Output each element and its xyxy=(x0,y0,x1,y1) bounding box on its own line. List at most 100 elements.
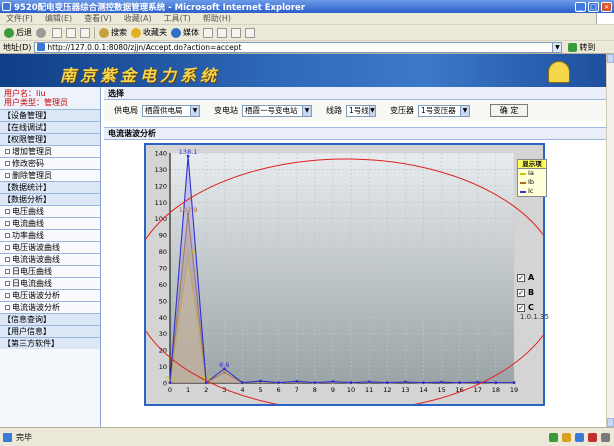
station-label: 变电站 xyxy=(214,106,238,115)
sidebar-item[interactable]: 电流谐波分析 xyxy=(0,301,100,313)
sidebar-item[interactable]: 【数据分析】 xyxy=(0,193,100,205)
x-tick-label: 4 xyxy=(240,386,244,394)
menu-file[interactable]: 文件(F) xyxy=(0,13,39,24)
sidebar-item[interactable]: 【第三方软件】 xyxy=(0,337,100,349)
legend-item-ic: Ic xyxy=(518,187,546,196)
chevron-down-icon: ▼ xyxy=(460,105,469,116)
windows-logo-icon xyxy=(596,13,614,24)
sidebar-item[interactable]: 日电压曲线 xyxy=(0,265,100,277)
data-point xyxy=(367,380,371,384)
legend-label: Ia xyxy=(528,169,534,177)
sidebar-item[interactable]: 【权限管理】 xyxy=(0,133,100,145)
sidebar-item[interactable]: 删除管理员 xyxy=(0,169,100,181)
window-titlebar: 9520配电变压器综合测控数据管理系统 - Microsoft Internet… xyxy=(0,0,614,13)
supply-label: 供电局 xyxy=(114,106,138,115)
station-select[interactable]: 栖霞一号变电站 ▼ xyxy=(242,104,312,117)
y-tick-label: 10 xyxy=(159,363,167,371)
data-point xyxy=(241,381,244,385)
vertical-scrollbar[interactable] xyxy=(606,54,614,427)
data-point xyxy=(313,381,317,385)
x-tick-label: 11 xyxy=(365,386,373,394)
supply-select[interactable]: 栖霞供电局 ▼ xyxy=(142,104,200,117)
tray-network-icon xyxy=(549,432,558,442)
media-button[interactable]: 媒体 xyxy=(171,27,199,38)
confirm-button[interactable]: 确 定 xyxy=(490,104,528,117)
sidebar-item-label: 【用户信息】 xyxy=(3,327,51,336)
edit-icon[interactable] xyxy=(245,27,255,38)
transformer-select[interactable]: 1号变压器 ▼ xyxy=(418,104,470,117)
checkbox-checked-icon: ✓ xyxy=(517,303,525,312)
mail-icon[interactable] xyxy=(217,27,227,38)
print-icon[interactable] xyxy=(231,27,241,38)
forward-button[interactable] xyxy=(36,27,48,38)
search-button[interactable]: 搜索 xyxy=(99,27,127,38)
sidebar-item[interactable]: 电流曲线 xyxy=(0,217,100,229)
scroll-up-icon[interactable] xyxy=(607,54,614,63)
supply-value: 栖霞供电局 xyxy=(145,106,183,115)
x-tick-label: 18 xyxy=(492,386,500,394)
checkbox-c[interactable]: ✓ C xyxy=(517,303,534,312)
sidebar-item-label: 电流谐波分析 xyxy=(12,303,60,312)
x-tick-label: 1 xyxy=(186,386,190,394)
brand-title: 南京紫金电力系统 xyxy=(60,66,221,85)
back-button[interactable]: 后退 xyxy=(4,27,32,38)
home-icon[interactable] xyxy=(80,27,90,38)
sidebar-item[interactable]: 电压曲线 xyxy=(0,205,100,217)
checkbox-b[interactable]: ✓ B xyxy=(517,288,534,297)
legend-label: Ib xyxy=(528,178,535,186)
address-bar: 地址(D) http://127.0.0.1:8080/zjjn/Accept.… xyxy=(0,41,614,54)
close-button[interactable]: × xyxy=(601,1,612,12)
menu-edit[interactable]: 编辑(E) xyxy=(39,13,78,24)
checkbox-c-label: C xyxy=(528,303,534,312)
sidebar-item[interactable]: 电流谐波曲线 xyxy=(0,253,100,265)
sidebar-item[interactable]: 电压谐波曲线 xyxy=(0,241,100,253)
sidebar-item-label: 【权限管理】 xyxy=(3,135,51,144)
scroll-down-icon[interactable] xyxy=(607,418,614,427)
bullet-icon xyxy=(5,281,10,286)
tray-volume-icon xyxy=(562,432,571,442)
history-icon[interactable] xyxy=(203,27,213,38)
sidebar-item[interactable]: 【设备管理】 xyxy=(0,109,100,121)
status-bar: 完毕 xyxy=(0,427,614,446)
sidebar-item[interactable]: 电压谐波分析 xyxy=(0,289,100,301)
sidebar-item[interactable]: 日电流曲线 xyxy=(0,277,100,289)
x-tick-label: 10 xyxy=(347,386,355,394)
bullet-icon xyxy=(5,173,10,178)
sidebar-item[interactable]: 【数据统计】 xyxy=(0,181,100,193)
line-select[interactable]: 1号线 ▼ xyxy=(346,104,376,117)
menu-tools[interactable]: 工具(T) xyxy=(158,13,197,24)
sidebar-item[interactable]: 【信息查询】 xyxy=(0,313,100,325)
menu-help[interactable]: 帮助(H) xyxy=(197,13,237,24)
refresh-icon[interactable] xyxy=(66,27,76,38)
transformer-value: 1号变压器 xyxy=(421,106,456,115)
sidebar-item-label: 日电压曲线 xyxy=(12,267,52,276)
checkbox-a[interactable]: ✓ A xyxy=(517,273,534,282)
stop-icon[interactable] xyxy=(52,27,62,38)
maximize-button[interactable]: □ xyxy=(588,1,599,12)
bullet-icon xyxy=(5,209,10,214)
menu-favorites[interactable]: 收藏(A) xyxy=(118,13,158,24)
sidebar-item[interactable]: 修改密码 xyxy=(0,157,100,169)
sidebar-item[interactable]: 【用户信息】 xyxy=(0,325,100,337)
address-dropdown-icon[interactable]: ▼ xyxy=(552,42,562,52)
go-button[interactable]: 转到 xyxy=(568,42,595,53)
data-point xyxy=(440,380,443,384)
sidebar-nav: 【设备管理】 【在线调试】 【权限管理】增加管理员 修改密码 删除管理员【数据统计】 【数… xyxy=(0,109,100,349)
sidebar-item-label: 增加管理员 xyxy=(12,147,52,156)
address-input[interactable]: http://127.0.0.1:8080/zjjn/Accept.do?act… xyxy=(34,41,563,53)
sidebar-item[interactable]: 【在线调试】 xyxy=(0,121,100,133)
favorites-label: 收藏夹 xyxy=(143,28,167,37)
sidebar-item-label: 【数据统计】 xyxy=(3,183,51,192)
x-tick-label: 17 xyxy=(474,386,482,394)
chevron-down-icon: ▼ xyxy=(302,105,311,116)
menu-view[interactable]: 查看(V) xyxy=(78,13,118,24)
sidebar-item[interactable]: 增加管理员 xyxy=(0,145,100,157)
sidebar-item-label: 电流谐波曲线 xyxy=(12,255,60,264)
x-tick-label: 0 xyxy=(168,386,172,394)
sidebar-item[interactable]: 功率曲线 xyxy=(0,229,100,241)
y-tick-label: 30 xyxy=(159,330,167,338)
checkbox-b-label: B xyxy=(528,288,535,297)
favorites-button[interactable]: 收藏夹 xyxy=(131,27,167,38)
minimize-button[interactable]: _ xyxy=(575,1,586,12)
forward-arrow-icon xyxy=(36,27,46,38)
